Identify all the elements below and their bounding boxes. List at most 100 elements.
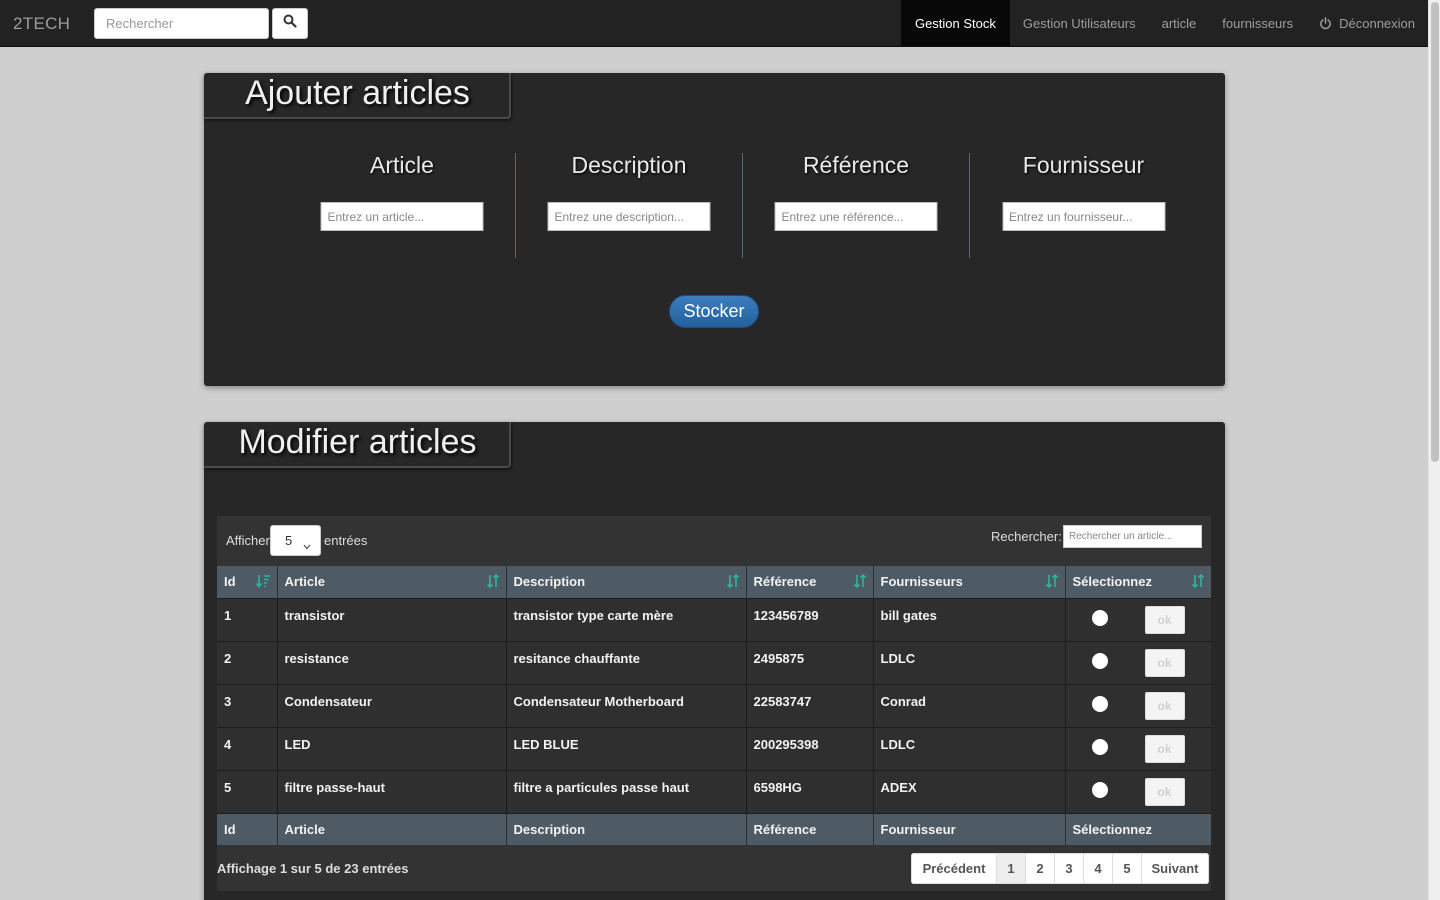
table-search-input[interactable]	[1063, 525, 1202, 548]
table-row: 5 filtre passe-haut filtre a particules …	[217, 769, 1211, 813]
column-header-label: Description	[513, 574, 586, 590]
pagination-page-4[interactable]: 4	[1083, 853, 1113, 884]
chevron-down-icon	[303, 538, 311, 553]
sort-icon	[853, 574, 867, 588]
sort-icon	[726, 574, 740, 588]
cell-reference: 6598HG	[746, 769, 874, 813]
column-header-reference[interactable]: Référence	[746, 566, 874, 598]
footer-header-fournisseur: Fournisseur	[873, 812, 1066, 845]
description-input[interactable]	[547, 202, 711, 231]
row-select-radio[interactable]	[1091, 738, 1108, 755]
footer-header-selectionnez: Sélectionnez	[1065, 812, 1211, 845]
article-label: Article	[370, 152, 434, 178]
articles-table: Id Article Description Référence Fournis…	[217, 566, 1211, 845]
nav-item-deconnexion[interactable]: Déconnexion	[1306, 0, 1428, 46]
ok-button[interactable]: ok	[1144, 734, 1185, 763]
cell-article: Condensateur	[277, 683, 507, 727]
row-select-radio[interactable]	[1091, 609, 1108, 626]
column-header-label: Référence	[753, 574, 817, 590]
cell-article: LED	[277, 726, 507, 770]
cell-select: ok	[1065, 769, 1211, 813]
row-select-radio[interactable]	[1091, 652, 1108, 669]
pagination-page-5[interactable]: 5	[1112, 853, 1142, 884]
sort-icon	[1045, 574, 1059, 588]
pagination-next[interactable]: Suivant	[1141, 853, 1209, 884]
column-header-label: Fournisseurs	[880, 574, 963, 590]
cell-select: ok	[1065, 597, 1211, 641]
nav-search-button[interactable]	[272, 8, 308, 39]
column-header-fournisseurs[interactable]: Fournisseurs	[873, 566, 1066, 598]
table-row: 1 transistor transistor type carte mère …	[217, 597, 1211, 641]
reference-label: Référence	[802, 152, 910, 178]
column-header-article[interactable]: Article	[277, 566, 507, 598]
pagination-page-3[interactable]: 3	[1054, 853, 1084, 884]
ok-button[interactable]: ok	[1144, 691, 1185, 720]
footer-header-reference: Référence	[746, 812, 874, 845]
table-header-row: Id Article Description Référence Fournis…	[217, 566, 1211, 598]
fournisseur-label: Fournisseur	[1022, 152, 1145, 178]
cell-article: filtre passe-haut	[277, 769, 507, 813]
cell-description: filtre a particules passe haut	[506, 769, 747, 813]
table-row: 4 LED LED BLUE 200295398 LDLC ok	[217, 726, 1211, 770]
cell-fournisseur: ADEX	[873, 769, 1066, 813]
fournisseur-input[interactable]	[1002, 202, 1165, 231]
power-icon	[1319, 16, 1332, 30]
cell-id: 1	[217, 597, 278, 641]
navbar: 2TECH Gestion Stock Gestion Utilisateurs…	[0, 0, 1428, 47]
pagination-previous[interactable]: Précédent	[911, 853, 997, 884]
nav-menu: Gestion Stock Gestion Utilisateurs artic…	[900, 0, 1428, 46]
ok-button[interactable]: ok	[1144, 648, 1185, 677]
pagination: Précédent 1 2 3 4 5 Suivant	[911, 853, 1209, 884]
article-input[interactable]	[320, 202, 484, 231]
field-fournisseur: Fournisseur	[970, 152, 1197, 258]
description-label: Description	[571, 152, 687, 178]
stocker-button[interactable]: Stocker	[669, 295, 759, 328]
footer-header-id: Id	[217, 812, 278, 845]
edit-panel-title: Modifier articles	[238, 423, 477, 461]
nav-search-input[interactable]	[94, 8, 269, 39]
add-articles-panel: Ajouter articles Article Description Réf…	[204, 73, 1225, 386]
ok-button[interactable]: ok	[1144, 605, 1185, 634]
nav-item-fournisseurs[interactable]: fournisseurs	[1209, 0, 1306, 46]
page-scrollbar[interactable]	[1428, 0, 1440, 900]
row-select-radio[interactable]	[1091, 695, 1108, 712]
footer-header-article: Article	[277, 812, 507, 845]
add-panel-title: Ajouter articles	[245, 74, 470, 112]
column-header-label: Article	[284, 574, 325, 590]
row-select-radio[interactable]	[1091, 781, 1108, 798]
length-label-after: entrées	[324, 533, 368, 548]
nav-item-gestion-utilisateurs[interactable]: Gestion Utilisateurs	[1010, 0, 1149, 46]
length-label-before: Afficher	[226, 533, 270, 548]
reference-input[interactable]	[774, 202, 938, 231]
table-footer-row: Id Article Description Référence Fournis…	[217, 812, 1211, 845]
table-info: Affichage 1 sur 5 de 23 entrées	[217, 861, 409, 876]
edit-articles-panel: Modifier articles Afficher 5 entrées Rec…	[204, 422, 1225, 900]
field-description: Description	[516, 152, 743, 258]
pagination-page-1[interactable]: 1	[996, 853, 1026, 884]
field-reference: Référence	[743, 152, 970, 258]
column-header-selectionnez[interactable]: Sélectionnez	[1065, 566, 1211, 598]
column-header-description[interactable]: Description	[506, 566, 747, 598]
table-row: 2 resistance resitance chauffante 249587…	[217, 640, 1211, 684]
cell-article: resistance	[277, 640, 507, 684]
cell-fournisseur: Conrad	[873, 683, 1066, 727]
table-search-label: Rechercher:	[991, 529, 1062, 544]
nav-item-article[interactable]: article	[1149, 0, 1210, 46]
entries-per-page-select[interactable]: 5	[270, 525, 321, 556]
cell-select: ok	[1065, 640, 1211, 684]
column-header-label: Id	[224, 574, 236, 590]
pagination-page-2[interactable]: 2	[1025, 853, 1055, 884]
edit-panel-tab: Modifier articles	[204, 422, 511, 468]
ok-button[interactable]: ok	[1144, 777, 1185, 806]
cell-id: 5	[217, 769, 278, 813]
cell-description: Condensateur Motherboard	[506, 683, 747, 727]
nav-item-gestion-stock[interactable]: Gestion Stock	[900, 0, 1010, 46]
cell-select: ok	[1065, 726, 1211, 770]
cell-select: ok	[1065, 683, 1211, 727]
cell-article: transistor	[277, 597, 507, 641]
cell-reference: 123456789	[746, 597, 874, 641]
cell-fournisseur: LDLC	[873, 640, 1066, 684]
scrollbar-thumb[interactable]	[1431, 2, 1439, 462]
brand-logo[interactable]: 2TECH	[13, 14, 70, 34]
column-header-id[interactable]: Id	[217, 566, 278, 598]
